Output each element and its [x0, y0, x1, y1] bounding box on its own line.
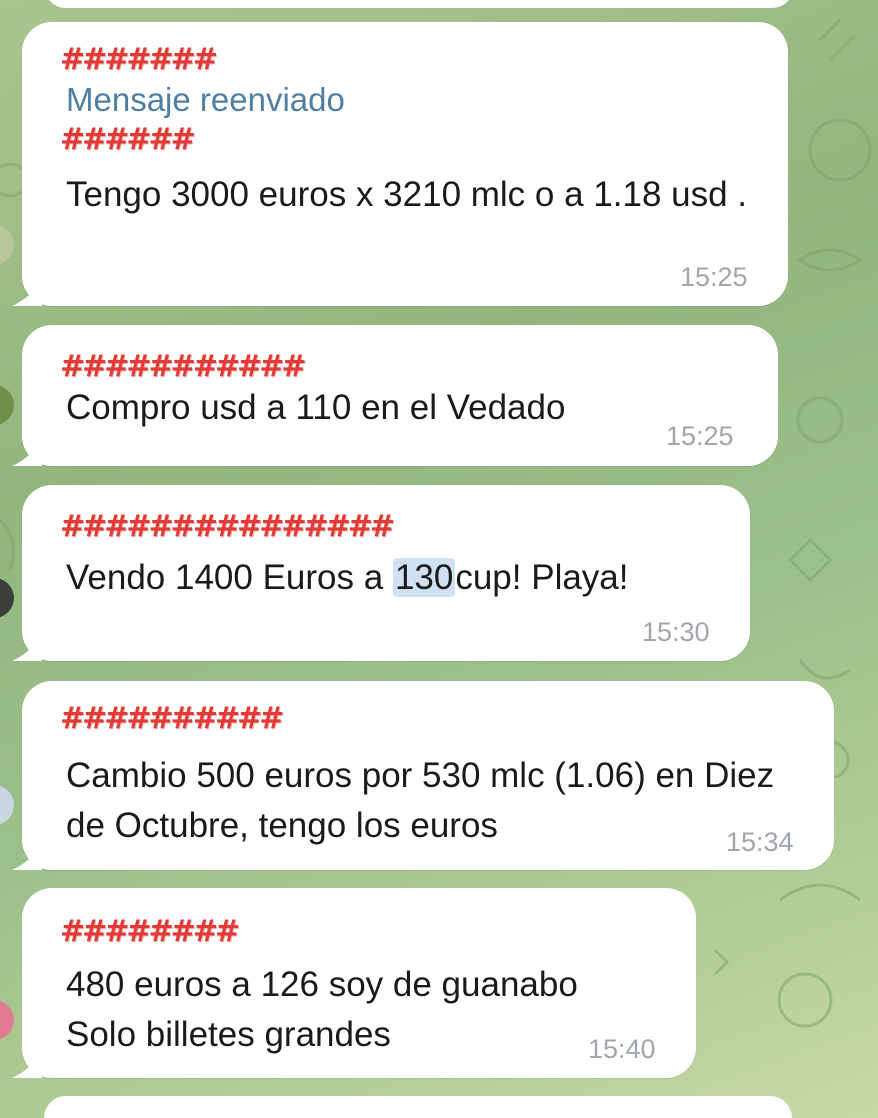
sender-name[interactable]: ########: [60, 912, 656, 952]
message-time: 15:34: [726, 827, 794, 857]
message-time: 15:30: [642, 617, 710, 647]
avatar[interactable]: [0, 578, 14, 618]
message-bubble[interactable]: ######## 480 euros a 126 soy de guanabo …: [12, 888, 696, 1078]
avatar[interactable]: [0, 1000, 14, 1040]
message-bubble[interactable]: ########## Cambio 500 euros por 530 mlc …: [12, 681, 834, 870]
avatar[interactable]: [0, 225, 14, 265]
message-text-part: cup! Playa!: [455, 558, 629, 597]
message-text: Compro usd a 110 en el Vedado: [66, 388, 566, 427]
message-bubble[interactable]: ########### Compro usd a 110 en el Vedad…: [12, 325, 778, 466]
avatar[interactable]: [0, 785, 14, 825]
bubble-tail: [12, 1052, 42, 1078]
sender-name[interactable]: ###########: [60, 347, 738, 387]
message-text-line: Solo billetes grandes: [66, 1015, 391, 1054]
sender-name[interactable]: ###############: [60, 507, 710, 547]
message-text: Cambio 500 euros por 530 mlc (1.06) en D…: [66, 756, 775, 845]
next-message-bubble[interactable]: [44, 1096, 792, 1118]
sender-name[interactable]: #######: [60, 40, 748, 80]
message-text: Tengo 3000 euros x 3210 mlc o a 1.18 usd…: [66, 175, 748, 214]
message-text-part: Vendo 1400 Euros a: [66, 558, 393, 597]
sender-name[interactable]: ##########: [60, 699, 794, 739]
message-text: Vendo 1400 Euros a 130cup! Playa!: [66, 553, 710, 603]
message-time: 15:40: [588, 1034, 656, 1064]
message-bubble[interactable]: ############### Vendo 1400 Euros a 130cu…: [12, 485, 750, 661]
bubble-tail: [12, 635, 42, 661]
previous-message-bubble[interactable]: [44, 0, 794, 8]
message-time: 15:25: [666, 421, 734, 451]
avatar[interactable]: [0, 385, 14, 425]
message-bubble[interactable]: ####### Mensaje reenviado ###### Tengo 3…: [12, 22, 788, 306]
message-time: 15:25: [680, 262, 748, 292]
search-highlight: 130: [392, 558, 456, 597]
bubble-tail: [12, 280, 42, 306]
bubble-tail: [12, 440, 42, 466]
bubble-tail: [12, 844, 42, 870]
message-text-line: 480 euros a 126 soy de guanabo: [66, 965, 578, 1004]
forwarded-from-name[interactable]: ######: [60, 120, 748, 160]
forwarded-message-label: Mensaje reenviado: [66, 81, 345, 118]
